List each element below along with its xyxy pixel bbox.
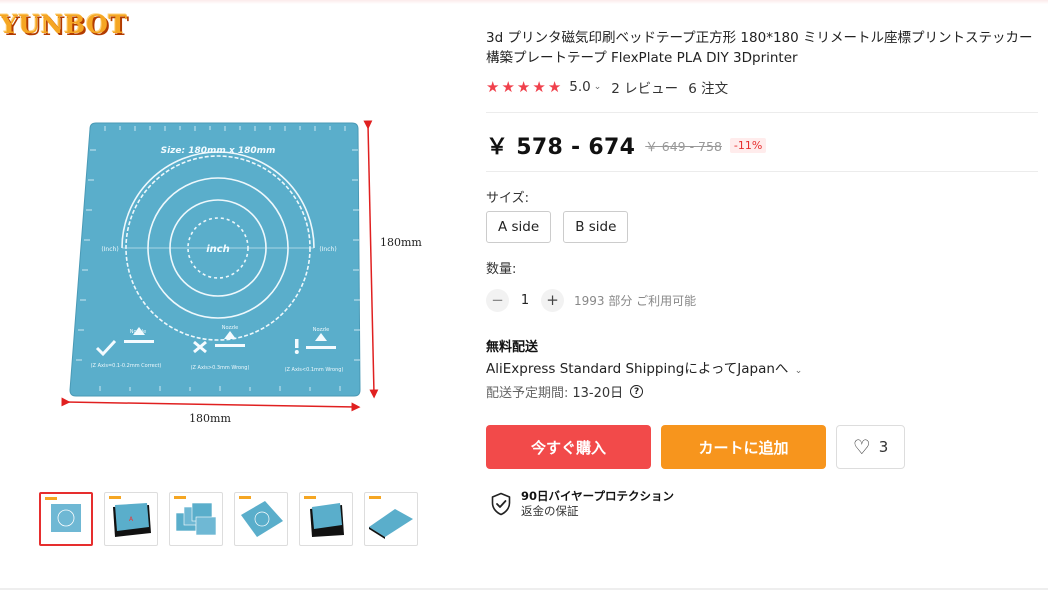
- star-icon: ★: [532, 77, 546, 96]
- delivery-label: 配送予定期間:: [486, 386, 569, 401]
- quantity-decrease-button[interactable]: −: [486, 288, 509, 312]
- rating-stars: ★ ★ ★ ★ ★: [486, 77, 562, 96]
- product-info-panel: 3d プリンタ磁気印刷ベッドテープ正方形 180*180 ミリメートル座標プリン…: [486, 0, 1038, 590]
- quantity-label: 数量:: [486, 262, 517, 277]
- star-icon: ★: [501, 77, 515, 96]
- nozzle-label-1: Nozzle: [130, 329, 147, 335]
- thumbnail[interactable]: [364, 492, 418, 546]
- question-circle-icon[interactable]: ?: [630, 385, 644, 398]
- product-title: 3d プリンタ磁気印刷ベッドテープ正方形 180*180 ミリメートル座標プリン…: [486, 30, 1033, 66]
- buy-now-button[interactable]: 今すぐ購入: [486, 425, 651, 469]
- nozzle-label-2: Nozzle: [222, 325, 239, 331]
- delivery-estimate: 配送予定期間: 13-20日 ?: [486, 382, 644, 401]
- rating-row: ★ ★ ★ ★ ★ 5.0 ⌄ 2 レビュー 6 注文: [486, 77, 728, 97]
- divider: [486, 112, 1038, 113]
- thumbnail[interactable]: A: [104, 492, 158, 546]
- orders-count: 6 注文: [688, 81, 729, 97]
- dimension-right: 180mm: [380, 236, 422, 249]
- stock-available: 1993 部分 ご利用可能: [574, 293, 697, 308]
- sheet-size-label: Size: 180mm x 180mm: [161, 146, 276, 156]
- main-product-image[interactable]: Size: 180mm x 180mm inch (Inch) (Inch) N…: [10, 30, 430, 460]
- thumbnail[interactable]: [234, 492, 288, 546]
- size-label: サイズ:: [486, 191, 529, 206]
- buyer-protection: 90日バイヤープロテクション 返金の保証: [490, 489, 674, 519]
- delivery-value: 13-20日: [572, 386, 624, 401]
- hint-correct: (Z Axis=0.1-0.2mm Correct): [91, 363, 162, 369]
- magnetic-sheet: [69, 122, 361, 397]
- hint-wrong-high: (Z Axis>0.3mm Wrong): [191, 365, 250, 371]
- current-price: ￥ 578 - 674: [486, 135, 636, 160]
- chevron-down-icon[interactable]: ⌄: [594, 82, 602, 92]
- heart-icon: ♡: [852, 435, 871, 459]
- sheet-left-label: (Inch): [101, 246, 118, 253]
- sku-option-b-side[interactable]: B side: [563, 211, 629, 243]
- wishlist-button[interactable]: ♡ 3: [836, 425, 905, 469]
- protection-title: 90日バイヤープロテクション: [521, 489, 674, 503]
- build-plate-illustration: Size: 180mm x 180mm inch (Inch) (Inch) N…: [61, 120, 422, 425]
- nozzle-label-3: Nozzle: [313, 327, 330, 333]
- shipping-method[interactable]: AliExpress Standard ShippingによってJapanへ ⌄: [486, 357, 802, 377]
- thumbnail[interactable]: [39, 492, 93, 546]
- protection-subtitle: 返金の保証: [521, 504, 579, 518]
- thumbnail[interactable]: [299, 492, 353, 546]
- sheet-right-label: (Inch): [319, 246, 336, 253]
- sku-option-a-side[interactable]: A side: [486, 211, 552, 243]
- chevron-down-icon: ⌄: [794, 366, 803, 376]
- quantity-increase-button[interactable]: +: [541, 288, 564, 312]
- shield-check-icon: [491, 492, 511, 516]
- discount-badge: -11%: [729, 137, 767, 153]
- action-buttons: 今すぐ購入 カートに追加 ♡ 3: [486, 425, 905, 469]
- shipping-title: 無料配送: [486, 340, 539, 355]
- add-to-cart-button[interactable]: カートに追加: [661, 425, 826, 469]
- star-icon: ★: [516, 77, 531, 96]
- star-icon: ★: [486, 77, 500, 96]
- thumbnail[interactable]: [169, 492, 223, 546]
- reviews-link[interactable]: 2 レビュー: [611, 77, 678, 97]
- sku-options: A side B side: [486, 211, 629, 243]
- sheet-center-label: inch: [206, 244, 230, 255]
- star-icon: ★: [547, 77, 562, 96]
- original-price: ￥ 649 - 758: [645, 138, 722, 154]
- dimension-bottom: 180mm: [189, 412, 231, 425]
- thumbnail-strip: A: [39, 492, 418, 548]
- quantity-stepper: − 1 + 1993 部分 ご利用可能: [486, 288, 696, 312]
- quantity-input[interactable]: 1: [509, 293, 541, 308]
- product-gallery: YUNBOT Size: 180mm x 180mm inch (Inch) (…: [0, 0, 470, 590]
- price-row: ￥ 578 - 674 ￥ 649 - 758 -11%: [486, 130, 767, 160]
- hint-wrong-low: (Z Axis<0.1mm Wrong): [285, 367, 344, 373]
- rating-value[interactable]: 5.0: [569, 79, 590, 95]
- shipping-method-text: AliExpress Standard ShippingによってJapanへ: [486, 361, 789, 377]
- divider: [486, 171, 1038, 172]
- wishlist-count: 3: [878, 438, 889, 456]
